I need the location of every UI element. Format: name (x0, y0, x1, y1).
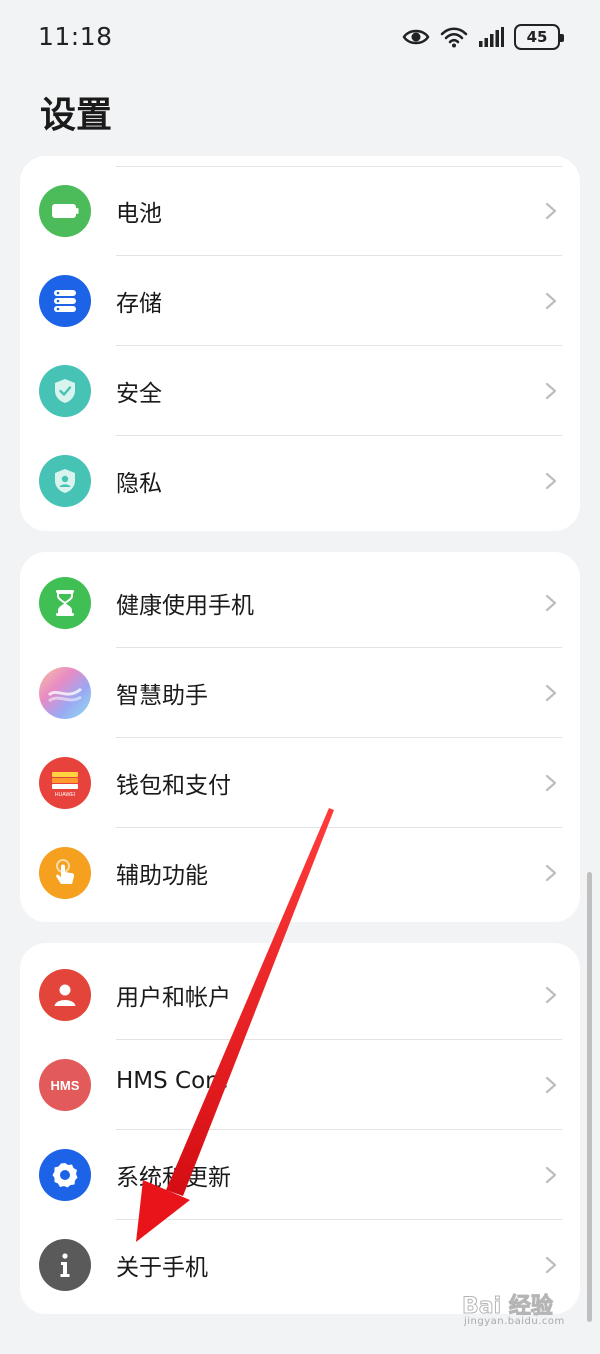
settings-item-users-accounts[interactable]: 用户和帐户 (20, 950, 580, 1040)
settings-item-battery[interactable]: 电池 (20, 166, 580, 256)
chevron-right-icon (545, 594, 557, 612)
chevron-right-icon (545, 986, 557, 1004)
privacy-icon (39, 455, 91, 507)
settings-item-accessibility[interactable]: 辅助功能 (20, 828, 580, 918)
settings-item-wallet[interactable]: HUAWEI 钱包和支付 (20, 738, 580, 828)
page-title: 设置 (40, 95, 113, 136)
settings-item-storage[interactable]: 存储 (20, 256, 580, 346)
wallet-icon: HUAWEI (39, 757, 91, 809)
settings-item-label: 存储 (116, 291, 162, 317)
eye-icon (402, 29, 430, 45)
settings-item-label: HMS Core (116, 1068, 229, 1094)
chevron-right-icon (545, 684, 557, 702)
settings-item-label: 智慧助手 (116, 683, 208, 709)
settings-item-label: 关于手机 (116, 1255, 208, 1281)
chevron-right-icon (545, 1166, 557, 1184)
hand-tap-icon (39, 847, 91, 899)
settings-group-2: 健康使用手机 智慧助手 HUAWEI 钱包和支付 辅助功能 (20, 552, 580, 922)
settings-item-privacy[interactable]: 隐私 (20, 436, 580, 526)
signal-icon (479, 27, 504, 47)
hms-icon-text: HMS (50, 1077, 80, 1093)
settings-item-label: 健康使用手机 (116, 593, 254, 619)
settings-item-label: 安全 (116, 381, 162, 407)
assistant-icon (39, 667, 91, 719)
settings-item-label: 隐私 (116, 471, 162, 497)
wallet-brand-text: HUAWEI (55, 792, 76, 798)
settings-item-label: 用户和帐户 (116, 985, 231, 1011)
settings-item-hms-core[interactable]: HMS HMS Core (20, 1040, 580, 1130)
settings-item-label: 系统和更新 (116, 1165, 231, 1191)
battery-level: 45 (526, 28, 548, 46)
settings-group-1: 电池 存储 安全 隐私 (20, 156, 580, 531)
chevron-right-icon (545, 774, 557, 792)
settings-item-label: 电池 (116, 201, 162, 227)
settings-item-label: 钱包和支付 (116, 773, 231, 799)
battery-indicator: 45 (514, 24, 564, 50)
info-icon (39, 1239, 91, 1291)
gear-icon (39, 1149, 91, 1201)
watermark-url: jingyan.baidu.com (464, 1316, 565, 1327)
settings-group-3: 用户和帐户 HMS HMS Core 系统和更新 关于手机 (20, 943, 580, 1314)
battery-icon (39, 185, 91, 237)
settings-item-digital-balance[interactable]: 健康使用手机 (20, 558, 580, 648)
hourglass-icon (39, 577, 91, 629)
wifi-icon (440, 27, 468, 48)
settings-item-system-update[interactable]: 系统和更新 (20, 1130, 580, 1220)
chevron-right-icon (545, 292, 557, 310)
chevron-right-icon (545, 864, 557, 882)
chevron-right-icon (545, 1256, 557, 1274)
shield-check-icon (39, 365, 91, 417)
chevron-right-icon (545, 202, 557, 220)
baidu-watermark: Bai 经验 jingyan.baidu.com (462, 1284, 572, 1342)
status-time: 11:18 (38, 22, 113, 51)
chevron-right-icon (545, 382, 557, 400)
chevron-right-icon (545, 472, 557, 490)
settings-item-smart-assistant[interactable]: 智慧助手 (20, 648, 580, 738)
hms-icon: HMS (39, 1059, 91, 1111)
user-icon (39, 969, 91, 1021)
settings-item-security[interactable]: 安全 (20, 346, 580, 436)
scrollbar[interactable] (587, 872, 592, 1322)
storage-icon (39, 275, 91, 327)
settings-item-label: 辅助功能 (116, 863, 208, 889)
status-bar: 11:18 45 (0, 0, 600, 76)
chevron-right-icon (545, 1076, 557, 1094)
status-icons: 45 (402, 24, 564, 50)
